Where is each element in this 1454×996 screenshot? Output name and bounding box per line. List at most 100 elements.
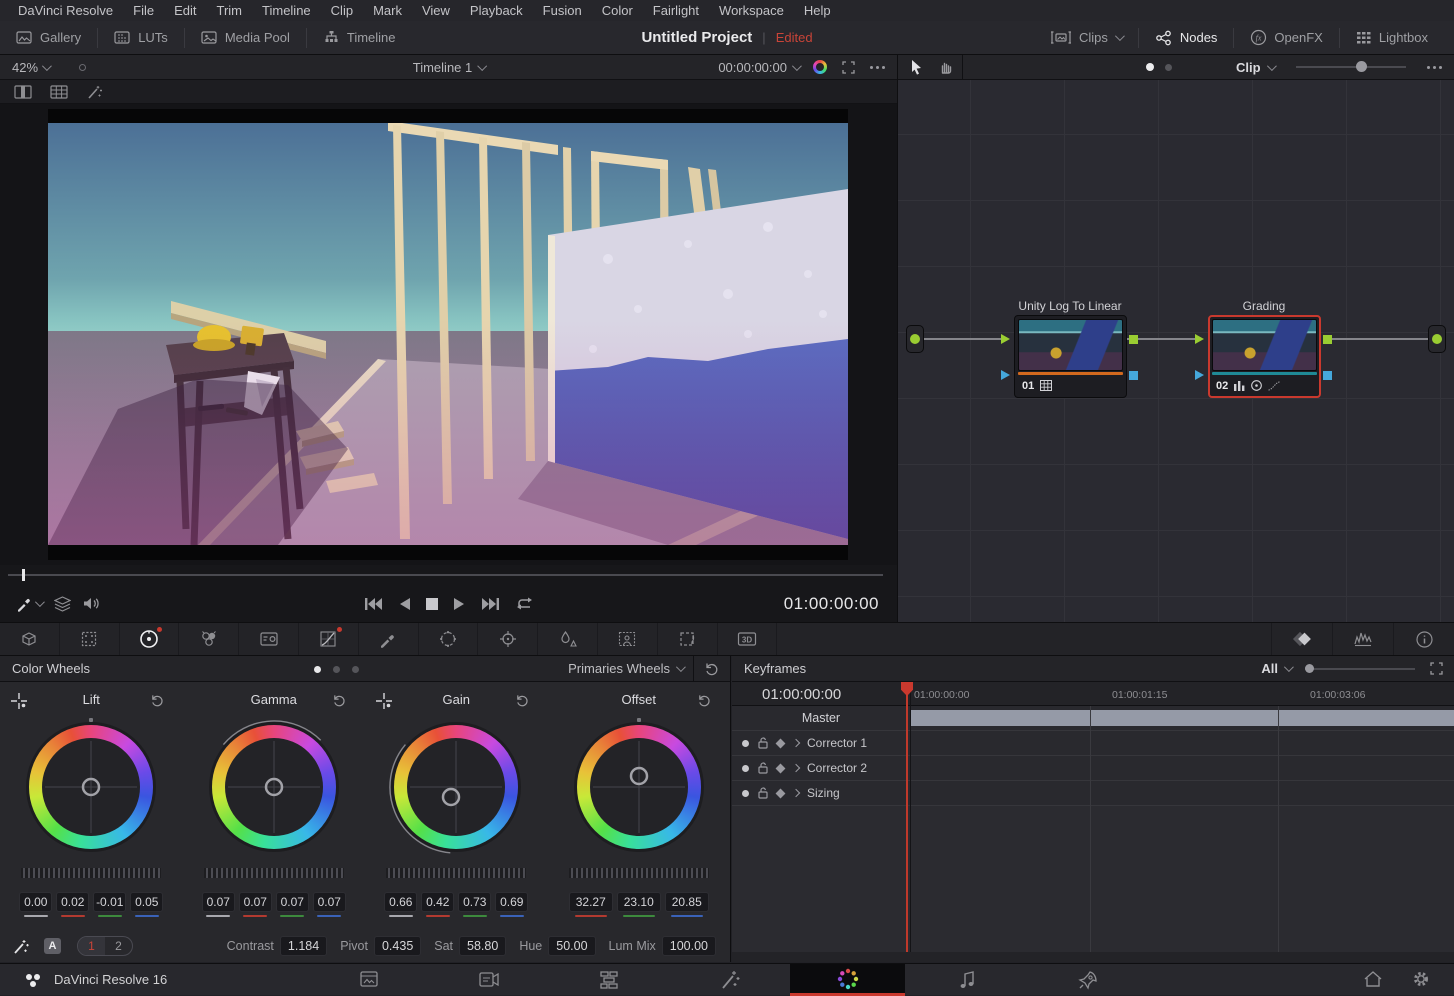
expand-track-icon[interactable]	[792, 764, 800, 772]
reset-all-icon[interactable]	[704, 661, 720, 677]
source-node[interactable]	[906, 325, 924, 353]
pointer-tool-icon[interactable]	[908, 59, 924, 76]
gamma-wheel[interactable]	[199, 712, 349, 862]
track-lock-icon[interactable]	[758, 762, 768, 774]
contrast-value[interactable]: 1.184	[280, 936, 327, 956]
key-tab[interactable]	[598, 623, 658, 655]
qualifier-tab[interactable]	[359, 623, 419, 655]
custom-crosshair-icon[interactable]	[10, 692, 28, 710]
wheel-page-2-tab[interactable]: 2	[105, 937, 132, 955]
gamma-master-wheel[interactable]	[201, 866, 347, 880]
blur-tab[interactable]	[538, 623, 598, 655]
wheel-page-1-tab[interactable]: 1	[78, 937, 105, 955]
offset-master-wheel[interactable]	[566, 866, 712, 880]
deliver-page-button[interactable]	[1076, 968, 1100, 992]
project-settings-button[interactable]	[1410, 968, 1432, 990]
rgb-output-port[interactable]	[1129, 335, 1138, 344]
offset-wheel[interactable]	[564, 712, 714, 862]
node-graph[interactable]: Unity Log To Linear 01 Grading 02	[898, 80, 1454, 622]
keyframes-track-area[interactable]	[732, 806, 1454, 952]
menu-color[interactable]: Color	[592, 3, 643, 18]
expand-panel-icon[interactable]	[1429, 661, 1444, 676]
lift-master-wheel[interactable]	[18, 866, 164, 880]
keyframes-timebar[interactable]: 01:00:00:00 01:00:00:00 01:00:01:15 01:0…	[732, 682, 1454, 706]
viewer-canvas[interactable]	[0, 104, 897, 565]
highlight-wand-icon[interactable]	[86, 84, 104, 100]
auto-balance-badge[interactable]: A	[44, 938, 61, 954]
menu-fusion[interactable]: Fusion	[533, 3, 592, 18]
key-input-port[interactable]	[1001, 370, 1010, 380]
scrub-track[interactable]	[8, 574, 883, 576]
viewer-scrub-bar[interactable]	[0, 565, 897, 585]
media-pool-button[interactable]: Media Pool	[185, 21, 306, 54]
node-zoom-slider[interactable]	[1296, 66, 1406, 68]
lift-y-value[interactable]: 0.00	[19, 892, 52, 912]
menu-workspace[interactable]: Workspace	[709, 3, 794, 18]
output-node[interactable]	[1428, 325, 1446, 353]
reset-lift-icon[interactable]	[150, 693, 165, 708]
add-keyframe-icon[interactable]	[776, 763, 786, 773]
nodes-button[interactable]: Nodes	[1139, 21, 1234, 54]
grab-still-button[interactable]	[16, 596, 42, 612]
clips-button[interactable]: Clips	[1034, 21, 1138, 54]
menu-trim[interactable]: Trim	[207, 3, 253, 18]
pan-tool-icon[interactable]	[938, 59, 954, 75]
play-button[interactable]	[453, 597, 466, 611]
power-window-tab[interactable]	[419, 623, 479, 655]
offset-r-value[interactable]: 32.27	[569, 892, 613, 912]
offset-g-value[interactable]: 23.10	[617, 892, 661, 912]
add-keyframe-icon[interactable]	[776, 738, 786, 748]
gain-r-value[interactable]: 0.42	[421, 892, 454, 912]
key-output-port[interactable]	[1323, 371, 1332, 380]
go-to-start-button[interactable]	[364, 597, 383, 611]
menu-playback[interactable]: Playback	[460, 3, 533, 18]
menu-mark[interactable]: Mark	[363, 3, 412, 18]
media-page-button[interactable]	[358, 968, 380, 992]
gamma-b-value[interactable]: 0.07	[313, 892, 346, 912]
lift-g-value[interactable]: -0.01	[93, 892, 126, 912]
track-enable-icon[interactable]	[742, 740, 749, 747]
playhead-line[interactable]	[906, 694, 908, 952]
corrector2-track-row[interactable]: Corrector 2	[732, 756, 1454, 781]
viewer-zoom-select[interactable]: 42%	[12, 60, 38, 75]
sizing-tab[interactable]	[658, 623, 718, 655]
bypass-toggle-icon[interactable]	[79, 64, 86, 71]
auto-wand-icon[interactable]	[12, 938, 30, 955]
gain-y-value[interactable]: 0.66	[384, 892, 417, 912]
menu-edit[interactable]: Edit	[164, 3, 206, 18]
openfx-button[interactable]: fx OpenFX	[1234, 21, 1338, 54]
track-lock-icon[interactable]	[758, 737, 768, 749]
custom-crosshair-icon[interactable]	[375, 692, 393, 710]
camera-raw-tab[interactable]	[0, 623, 60, 655]
add-keyframe-icon[interactable]	[776, 788, 786, 798]
reset-gain-icon[interactable]	[515, 693, 530, 708]
play-reverse-button[interactable]	[398, 597, 411, 611]
expand-viewer-icon[interactable]	[841, 60, 856, 75]
project-manager-button[interactable]	[1362, 968, 1384, 990]
lift-b-value[interactable]: 0.05	[130, 892, 163, 912]
expand-track-icon[interactable]	[792, 789, 800, 797]
menu-file[interactable]: File	[123, 3, 164, 18]
loop-button[interactable]	[515, 596, 534, 611]
menu-help[interactable]: Help	[794, 3, 841, 18]
gain-b-value[interactable]: 0.69	[495, 892, 528, 912]
menu-clip[interactable]: Clip	[321, 3, 363, 18]
luts-button[interactable]: LUTs	[98, 21, 184, 54]
rgb-mixer-tab[interactable]	[179, 623, 239, 655]
lift-r-value[interactable]: 0.02	[56, 892, 89, 912]
key-input-port[interactable]	[1195, 370, 1204, 380]
rgb-input-port[interactable]	[1001, 334, 1010, 344]
stop-button[interactable]	[426, 598, 438, 610]
color-wheels-tab-active[interactable]	[120, 623, 180, 655]
viewer-timecode-select[interactable]: 00:00:00:00	[718, 60, 799, 75]
node-page-dot-2[interactable]	[1165, 64, 1172, 71]
gallery-button[interactable]: Gallery	[0, 21, 97, 54]
stereo-3d-tab[interactable]: 3D	[718, 623, 778, 655]
grid-view-icon[interactable]	[50, 85, 68, 99]
lightbox-button[interactable]: Lightbox	[1340, 21, 1444, 54]
hue-value[interactable]: 50.00	[548, 936, 595, 956]
master-track-row[interactable]: Master	[732, 706, 1454, 731]
fusion-page-button[interactable]	[718, 968, 742, 992]
color-page-button-active[interactable]	[790, 964, 905, 996]
node-page-dot-1[interactable]	[1146, 63, 1154, 71]
